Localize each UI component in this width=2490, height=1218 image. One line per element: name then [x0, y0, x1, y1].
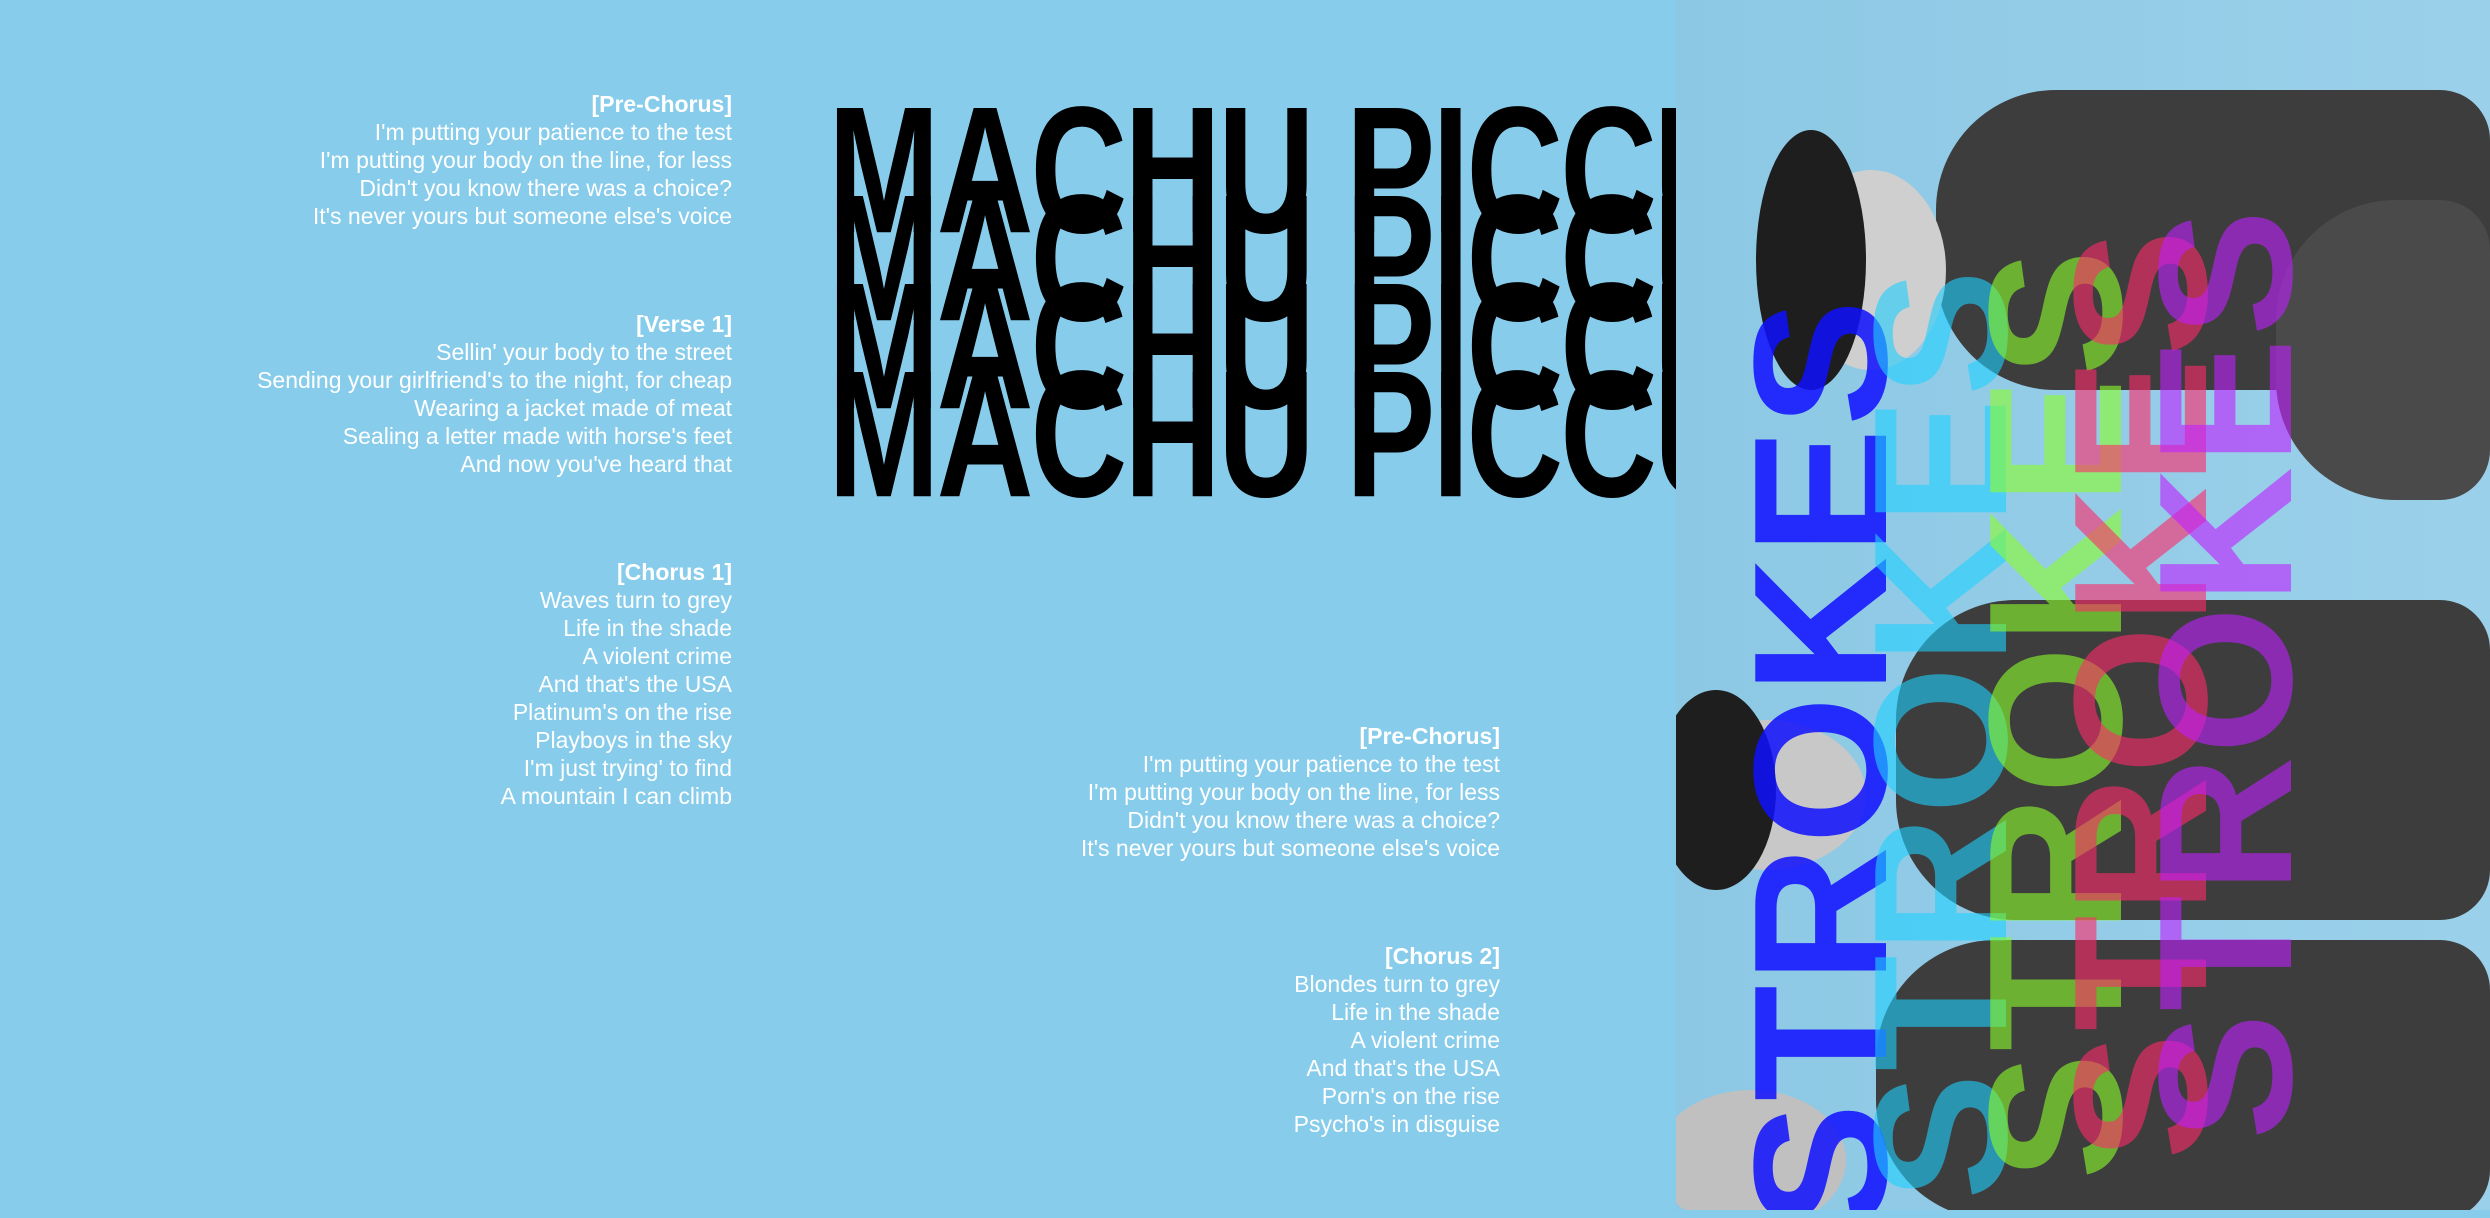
- lyric-line: Psycho's in disguise: [1293, 1111, 1500, 1137]
- lyric-line: I'm putting your body on the line, for l…: [319, 147, 732, 173]
- lyric-line: Porn's on the rise: [1321, 1083, 1500, 1109]
- lyric-line: Didn't you know there was a choice?: [1127, 807, 1500, 833]
- lyric-line: Sending your girlfriend's to the night, …: [257, 367, 732, 393]
- song-title: MACHU PICCU: [828, 333, 1751, 536]
- lyric-line: A mountain I can climb: [500, 783, 732, 809]
- lyric-line: And now you've heard that: [460, 451, 732, 477]
- lyrics-section: [Chorus 2] Blondes turn to grey Life in th…: [1081, 942, 1500, 1138]
- section-header: [Verse 1]: [636, 311, 732, 337]
- lyric-line: Didn't you know there was a choice?: [359, 175, 732, 201]
- lyric-line: Life in the shade: [1331, 999, 1500, 1025]
- lyrics-section: [Chorus 1] Waves turn to grey Life in the …: [257, 558, 732, 810]
- lyric-line: Wearing a jacket made of meat: [414, 395, 732, 421]
- lyric-line: It's never yours but someone else's voic…: [1080, 835, 1500, 861]
- lyrics-section: [Pre-Chorus] I'm putting your patience to…: [257, 90, 732, 230]
- lyric-line: Waves turn to grey: [539, 587, 732, 613]
- lyric-line: Sellin' your body to the street: [436, 339, 732, 365]
- lyric-line: Sealing a letter made with horse's feet: [342, 423, 732, 449]
- section-header: [Chorus 1]: [617, 559, 732, 585]
- lyrics-section: [Pre-Chorus] I'm putting your patience to…: [1081, 722, 1500, 862]
- lyric-line: I'm just trying' to find: [523, 755, 732, 781]
- section-header: [Pre-Chorus]: [591, 91, 732, 117]
- lyric-line: Playboys in the sky: [535, 727, 732, 753]
- lyric-line: Platinum's on the rise: [512, 699, 732, 725]
- lyric-line: I'm putting your patience to the test: [374, 119, 732, 145]
- lyric-line: Life in the shade: [563, 615, 732, 641]
- lyrics-column-left: [Pre-Chorus] I'm putting your patience to…: [257, 90, 732, 890]
- lyric-line: And that's the USA: [1306, 1055, 1500, 1081]
- section-header: [Chorus 2]: [1385, 943, 1500, 969]
- lyric-line: A violent crime: [1350, 1027, 1500, 1053]
- band-photo: STROKES STROKES STROKES STROKES STROKES: [1676, 0, 2490, 1210]
- lyric-line: And that's the USA: [538, 671, 732, 697]
- section-header: [Pre-Chorus]: [1359, 723, 1500, 749]
- lyric-line: I'm putting your patience to the test: [1142, 751, 1500, 777]
- lyric-line: Blondes turn to grey: [1294, 971, 1500, 997]
- lyric-line: I'm putting your body on the line, for l…: [1087, 779, 1500, 805]
- lyrics-section: [Verse 1] Sellin' your body to the street…: [257, 310, 732, 478]
- lyrics-column-middle: [Pre-Chorus] I'm putting your patience to…: [1081, 722, 1500, 1218]
- lyric-line: A violent crime: [582, 643, 732, 669]
- band-logo-text: STROKES: [2120, 207, 2332, 1140]
- lyric-line: It's never yours but someone else's voic…: [312, 203, 732, 229]
